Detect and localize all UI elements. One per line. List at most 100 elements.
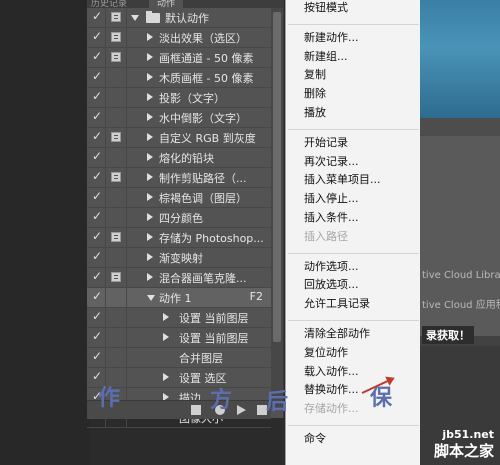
action-row[interactable]: ✓ 木质画框 - 50 像素: [87, 68, 271, 88]
dialog-toggle[interactable]: [106, 128, 127, 147]
menu-item[interactable]: 新建组...: [304, 48, 348, 64]
expand-arrow-icon[interactable]: [147, 93, 153, 101]
menu-item[interactable]: 播放: [304, 104, 326, 120]
action-row[interactable]: ✓ 存储为 Photoshop...: [87, 228, 271, 248]
toggle-checkbox[interactable]: ✓: [87, 288, 106, 307]
menu-item[interactable]: 删除: [304, 85, 326, 101]
expand-arrow-icon[interactable]: [147, 273, 153, 281]
expand-arrow-icon[interactable]: [147, 133, 153, 141]
toggle-checkbox[interactable]: ✓: [87, 308, 106, 327]
menu-item[interactable]: 回放选项...: [304, 276, 359, 292]
dialog-icon: [111, 12, 121, 22]
action-row[interactable]: ✓ 默认动作: [87, 8, 271, 28]
dialog-toggle[interactable]: [106, 48, 127, 67]
expand-arrow-icon[interactable]: [147, 153, 153, 161]
dialog-toggle[interactable]: [106, 148, 127, 167]
dialog-toggle[interactable]: [106, 188, 127, 207]
dialog-toggle[interactable]: [106, 348, 127, 367]
expand-arrow-icon[interactable]: [147, 193, 153, 201]
menu-item[interactable]: 插入菜单项目...: [304, 171, 381, 187]
toggle-checkbox[interactable]: ✓: [87, 188, 106, 207]
toggle-checkbox[interactable]: ✓: [87, 348, 106, 367]
action-row[interactable]: ✓ 自定义 RGB 到灰度: [87, 128, 271, 148]
collapse-arrow-icon[interactable]: [131, 15, 139, 21]
menu-item[interactable]: 动作选项...: [304, 258, 359, 274]
collapse-arrow-icon[interactable]: [147, 295, 155, 301]
dialog-toggle[interactable]: [106, 68, 127, 87]
toggle-checkbox[interactable]: ✓: [87, 88, 106, 107]
toggle-checkbox[interactable]: ✓: [87, 128, 106, 147]
expand-arrow-icon[interactable]: [147, 253, 153, 261]
toggle-checkbox[interactable]: ✓: [87, 148, 106, 167]
action-row[interactable]: ✓ 渐变映射: [87, 248, 271, 268]
toggle-checkbox[interactable]: ✓: [87, 168, 106, 187]
action-label: 混合器画笔克隆...: [159, 272, 247, 285]
dialog-toggle[interactable]: [106, 108, 127, 127]
dialog-toggle[interactable]: [106, 308, 127, 327]
toggle-checkbox[interactable]: ✓: [87, 108, 106, 127]
dialog-toggle[interactable]: [106, 28, 127, 47]
action-row[interactable]: ✓ 画框通道 - 50 像素: [87, 48, 271, 68]
dialog-toggle[interactable]: [106, 328, 127, 347]
menu-item[interactable]: 允许工具记录: [304, 295, 370, 311]
dialog-toggle[interactable]: [106, 8, 127, 27]
action-row[interactable]: ✓ 熔化的铅块: [87, 148, 271, 168]
tab-actions[interactable]: 动作: [149, 0, 184, 8]
expand-arrow-icon[interactable]: [147, 33, 153, 41]
toggle-checkbox[interactable]: ✓: [87, 8, 106, 27]
expand-arrow-icon[interactable]: [147, 73, 153, 81]
menu-item[interactable]: 载入动作...: [304, 363, 359, 379]
menu-item[interactable]: 插入条件...: [304, 209, 359, 225]
menu-item[interactable]: 插入停止...: [304, 190, 359, 206]
dialog-toggle[interactable]: [106, 248, 127, 267]
login-button[interactable]: 录获取！: [422, 326, 474, 344]
dialog-toggle[interactable]: [106, 88, 127, 107]
dialog-toggle[interactable]: [106, 288, 127, 307]
action-row[interactable]: ✓ 水中倒影（文字）: [87, 108, 271, 128]
action-row[interactable]: ✓ 设置 当前图层: [87, 308, 271, 328]
menu-item[interactable]: 复制: [304, 66, 326, 82]
action-row[interactable]: ✓ 制作剪贴路径（...: [87, 168, 271, 188]
menu-item[interactable]: 新建动作...: [304, 29, 359, 45]
expand-arrow-icon[interactable]: [147, 173, 153, 181]
toggle-checkbox[interactable]: ✓: [87, 248, 106, 267]
expand-arrow-icon[interactable]: [163, 333, 169, 341]
expand-arrow-icon[interactable]: [147, 53, 153, 61]
action-row[interactable]: ✓ 棕褐色调（图层）: [87, 188, 271, 208]
toggle-checkbox[interactable]: ✓: [87, 28, 106, 47]
menu-item[interactable]: 再次记录...: [304, 153, 359, 169]
action-row[interactable]: ✓ 合并图层: [87, 348, 271, 368]
action-row[interactable]: ✓ 混合器画笔克隆...: [87, 268, 271, 288]
toggle-checkbox[interactable]: ✓: [87, 328, 106, 347]
dialog-icon: [111, 132, 121, 142]
dialog-toggle[interactable]: [106, 268, 127, 287]
scroll-thumb[interactable]: [273, 12, 281, 342]
action-row[interactable]: ✓ 投影（文字）: [87, 88, 271, 108]
action-row[interactable]: ✓ 淡出效果（选区）: [87, 28, 271, 48]
dialog-toggle[interactable]: [106, 208, 127, 227]
menu-item[interactable]: 命令: [304, 430, 326, 446]
dialog-toggle[interactable]: [106, 168, 127, 187]
toggle-checkbox[interactable]: ✓: [87, 208, 106, 227]
expand-arrow-icon[interactable]: [147, 113, 153, 121]
toggle-checkbox[interactable]: ✓: [87, 228, 106, 247]
action-label: 自定义 RGB 到灰度: [159, 132, 256, 145]
action-label: 设置 当前图层: [179, 332, 249, 345]
menu-item[interactable]: 开始记录: [304, 134, 348, 150]
toggle-checkbox[interactable]: ✓: [87, 48, 106, 67]
menu-item[interactable]: 按钮模式: [304, 0, 348, 15]
action-row[interactable]: ✓ 设置 当前图层: [87, 328, 271, 348]
toggle-checkbox[interactable]: ✓: [87, 268, 106, 287]
menu-item[interactable]: 复位动作: [304, 344, 348, 360]
action-row[interactable]: ✓ 四分颜色: [87, 208, 271, 228]
expand-arrow-icon[interactable]: [147, 233, 153, 241]
toggle-checkbox[interactable]: ✓: [87, 68, 106, 87]
expand-arrow-icon[interactable]: [147, 213, 153, 221]
action-row[interactable]: ✓ 动作 1 F2: [87, 288, 271, 308]
panel-scrollbar[interactable]: [271, 8, 283, 408]
folder-icon: [146, 11, 160, 23]
menu-item[interactable]: 清除全部动作: [304, 325, 370, 341]
dialog-toggle[interactable]: [106, 228, 127, 247]
tab-history[interactable]: 历史记录: [91, 0, 127, 8]
expand-arrow-icon[interactable]: [163, 313, 169, 321]
